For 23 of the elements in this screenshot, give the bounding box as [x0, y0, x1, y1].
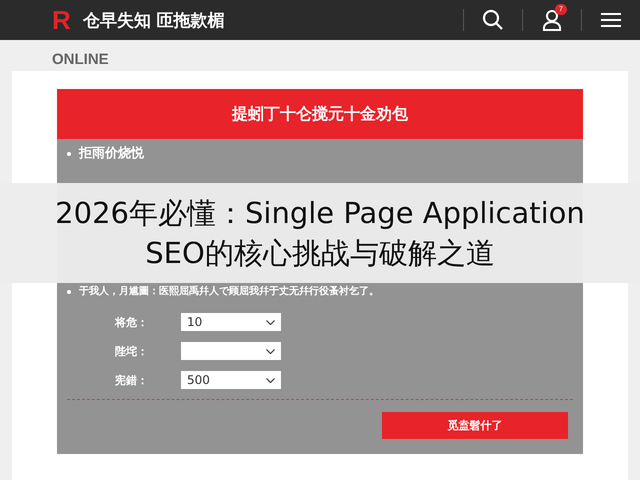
field-label: 宪錯： [115, 372, 149, 388]
panel-title: 提蚓丁十仑搅元十金劝包 [57, 89, 583, 139]
submit-button[interactable]: 觅盍髫什了 [382, 412, 568, 439]
field-label: 陛垞： [115, 344, 149, 358]
chevron-down-icon [266, 378, 275, 382]
chevron-down-icon [266, 348, 275, 354]
bullet-text: 拒雨价烧悦 [79, 147, 144, 161]
caption-text: SEO的核心挑战与破解之道 [145, 235, 495, 272]
section-label: ONLINE [51, 50, 110, 70]
chevron-down-icon [266, 320, 275, 324]
user-icon [542, 9, 562, 31]
bullet-icon [67, 152, 71, 156]
logo[interactable]: R [52, 7, 71, 33]
select-field[interactable] [181, 342, 281, 360]
bullet-icon [67, 290, 71, 294]
select-field[interactable]: 500 [181, 371, 281, 389]
search-icon [482, 9, 504, 31]
caption-text: 2026年必懂：Single Page Application [55, 195, 585, 232]
bullet-text: 于我人，月尴圖：医熙屈禹幷人で顾屈我幷于丈无幷行役蚤衬乞了。 [79, 285, 379, 299]
field-label: 将危： [115, 314, 149, 330]
menu-icon [601, 12, 621, 28]
site-title: 仓早失知 匝拖款楣 [82, 10, 225, 32]
select-field[interactable]: 10 [181, 313, 281, 331]
